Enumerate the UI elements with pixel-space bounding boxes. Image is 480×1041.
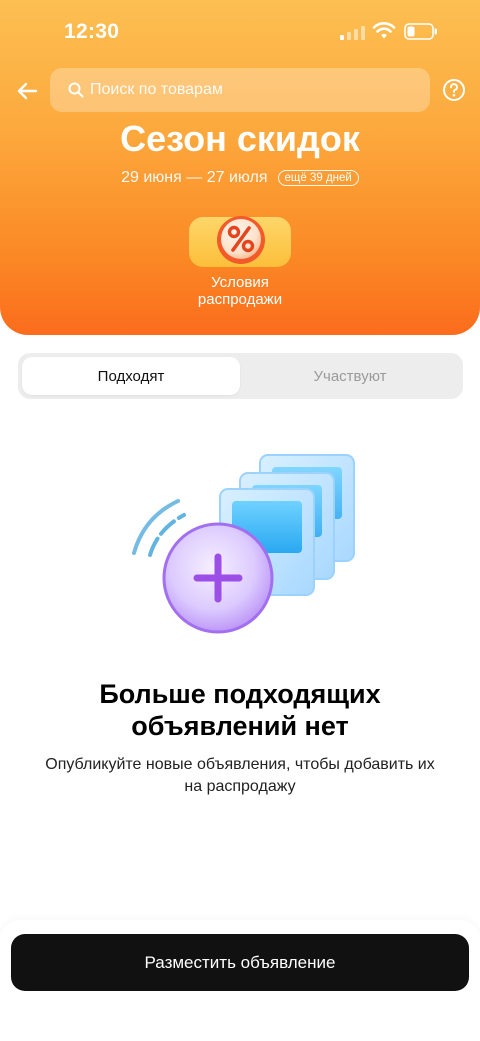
days-left-badge: ещё 39 дней [277,170,359,186]
search-input[interactable]: Поиск по товарам [50,68,430,112]
status-time: 12:30 [64,20,120,43]
tab-participating[interactable]: Участвуют [241,357,459,395]
search-placeholder: Поиск по товарам [90,81,223,98]
sale-dates-row: 29 июня — 27 июля ещё 39 дней [0,169,480,187]
empty-state-illustration [132,454,355,634]
empty-state-title: Больше подходящих объявлений нет [99,679,381,741]
help-icon[interactable] [442,78,466,102]
battery-icon [404,23,437,40]
tab-suitable[interactable]: Подходят [22,357,240,395]
page-title: Сезон скидок [120,118,360,159]
wifi-icon [372,22,396,39]
status-bar: 12:30 [0,0,480,60]
back-arrow-icon [17,82,38,100]
percent-icon [217,216,265,264]
search-icon [68,82,84,98]
segmented-tabs: Подходят Участвуют [18,353,463,399]
post-ad-button[interactable]: Разместить объявление [11,934,469,991]
screen: 12:30 Поиск по товарам Сезон скидок 29 и… [0,0,480,1041]
sale-dates: 29 июня — 27 июля [121,169,268,186]
sale-header: 12:30 Поиск по товарам Сезон скидок 29 и… [0,0,480,335]
sale-conditions-button[interactable]: Условия распродажи [186,214,294,314]
signal-icon [340,26,365,40]
back-button[interactable] [12,78,42,104]
conditions-label: Условия распродажи [197,274,283,308]
empty-state-description: Опубликуйте новые объявления, чтобы доба… [45,756,435,795]
